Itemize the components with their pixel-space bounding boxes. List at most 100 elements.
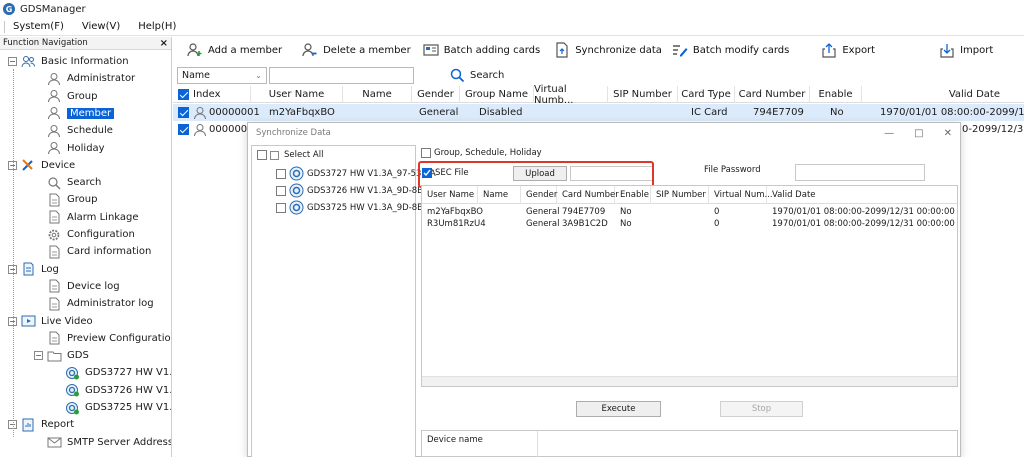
grid-column-enable[interactable]: Enable [615, 186, 651, 204]
grid-column-card-number[interactable]: Card Number [557, 186, 619, 204]
minimize-icon[interactable]: — [884, 128, 894, 139]
file-password-input[interactable] [795, 164, 925, 181]
grid-column-gender[interactable]: Gender [521, 186, 557, 204]
nav-item-administrator-log[interactable]: Administrator log [34, 295, 154, 312]
row-checkbox[interactable] [178, 104, 189, 121]
nav-item-group[interactable]: Group [34, 88, 97, 105]
grid-column-name[interactable]: Name [478, 186, 521, 204]
cell-index: 00000001 [209, 107, 260, 118]
column-card-type[interactable]: Card Type [678, 86, 735, 103]
synchronize-data-button[interactable]: Synchronize data [554, 42, 662, 58]
video-icon [21, 314, 36, 328]
nav-item-configuration[interactable]: Configuration [34, 226, 135, 243]
camera-icon [289, 200, 304, 215]
column-group-name[interactable]: Group Name [460, 86, 534, 103]
maximize-icon[interactable]: □ [914, 128, 923, 139]
column-virtual-number[interactable]: Virtual Numb... [534, 84, 608, 106]
member-icon [47, 106, 62, 120]
stop-button[interactable]: Stop [720, 401, 803, 417]
column-enable[interactable]: Enable [810, 86, 862, 103]
select-all-device-checkbox[interactable] [257, 150, 267, 160]
nav-item-label: Administrator log [67, 298, 154, 310]
nav-item-report[interactable]: − Report [8, 416, 74, 433]
nav-item-gds3727-hw-v1-3a[interactable]: GDS3727 HW V1.3A_ [52, 364, 171, 381]
grid-column-virtual-number[interactable]: Virtual Num... [709, 186, 773, 204]
alarm-icon [47, 210, 62, 224]
filter-field-value: Name [182, 69, 211, 81]
grid-column-sip-number[interactable]: SIP Number [651, 186, 709, 204]
nav-item-gds3726-hw-v1-3a[interactable]: GDS3726 HW V1.3A_ [52, 382, 171, 399]
import-button[interactable]: Import [939, 42, 993, 58]
device-checkbox[interactable] [276, 202, 286, 213]
column-index[interactable]: Index [173, 86, 251, 103]
nav-item-log[interactable]: − Log [8, 261, 59, 278]
device-row[interactable]: GDS3727 HW V1.3A_97-53-7A [276, 166, 436, 181]
column-card-number[interactable]: Card Number [735, 86, 810, 103]
column-gender[interactable]: Gender [412, 86, 460, 103]
nav-item-card-information[interactable]: Card information [34, 243, 151, 260]
nav-item-basic-information[interactable]: − Basic Information [8, 53, 129, 70]
grid-column-valid-date[interactable]: Valid Date [767, 186, 959, 204]
close-icon[interactable]: ✕ [944, 128, 952, 139]
search-button[interactable]: Search [450, 68, 504, 83]
device-row[interactable]: GDS3726 HW V1.3A_9D-8B-FA [276, 183, 436, 198]
nav-item-label: Group [67, 90, 98, 102]
grid-cell-enable: No [620, 206, 632, 217]
export-button[interactable]: Export [821, 42, 875, 58]
nav-item-smtp-server-address[interactable]: SMTP Server Address [34, 434, 171, 451]
tree-toggle-icon[interactable]: − [34, 351, 43, 361]
nav-item-holiday[interactable]: Holiday [34, 140, 105, 157]
menu-system[interactable]: System(F) [13, 21, 64, 32]
nav-item-member[interactable]: Member [34, 105, 115, 122]
grid-row[interactable]: m2YaFbqxBO General 794E7709 No 0 1970/01… [422, 206, 957, 217]
grid-cell-enable: No [620, 218, 632, 229]
nav-item-search[interactable]: Search [34, 174, 101, 191]
nav-item-gds[interactable]: − GDS [34, 347, 89, 364]
log-column-device-name[interactable]: Device name [422, 431, 538, 457]
select-all-row[interactable]: Select All [257, 150, 323, 160]
schedule-icon [47, 124, 62, 138]
nav-item-device-log[interactable]: Device log [34, 278, 120, 295]
menu-view[interactable]: View(V) [82, 21, 120, 32]
delete-member-button[interactable]: Delete a member [302, 42, 411, 58]
batch-add-cards-button[interactable]: Batch adding cards [423, 42, 540, 58]
member-table-header: Index User Name Name Gender Group Name V… [173, 84, 1024, 106]
row-checkbox[interactable] [178, 121, 189, 138]
column-sip-number[interactable]: SIP Number [608, 86, 678, 103]
nav-item-label: Holiday [67, 142, 105, 154]
column-valid-date[interactable]: Valid Date [862, 86, 1024, 103]
filter-query-input[interactable] [269, 66, 414, 84]
batch-modify-cards-button[interactable]: Batch modify cards [672, 42, 789, 58]
tree-toggle-icon[interactable] [270, 150, 279, 160]
grid-row[interactable]: R3Um81RzU4 General 3A9B1C2D No 0 1970/01… [422, 218, 957, 229]
filter-field-select[interactable]: Name ⌄ [177, 66, 267, 84]
grid-cell-user-name: R3Um81RzU4 [427, 218, 486, 229]
grid-horizontal-scrollbar[interactable] [422, 376, 957, 386]
group-schedule-holiday-option[interactable]: Group, Schedule, Holiday [421, 148, 542, 158]
table-row[interactable]: 00000001 m2YaFbqxBO General Disabled IC … [173, 104, 1024, 121]
column-user-name[interactable]: User Name [251, 86, 343, 103]
nav-close-icon[interactable]: × [160, 38, 168, 49]
nav-item-device[interactable]: − Device [8, 157, 75, 174]
grid-column-user-name[interactable]: User Name [422, 186, 478, 204]
group-schedule-holiday-checkbox[interactable] [421, 148, 431, 158]
nav-item-label: Card information [67, 246, 152, 258]
nav-item-preview-configuration[interactable]: Preview Configuration [34, 330, 171, 347]
nav-item-gds3725-hw-v1-3a[interactable]: GDS3725 HW V1.3A_ [52, 399, 171, 416]
nav-item-alarm-linkage[interactable]: Alarm Linkage [34, 209, 139, 226]
menu-help[interactable]: Help(H) [138, 21, 176, 32]
device-checkbox[interactable] [276, 168, 286, 179]
select-all-checkbox[interactable] [178, 89, 189, 100]
nav-item-live-video[interactable]: − Live Video [8, 313, 93, 330]
tree-toggle-icon[interactable]: − [8, 57, 17, 66]
device-checkbox[interactable] [276, 185, 286, 196]
nav-item-group[interactable]: Group [34, 191, 97, 208]
column-name[interactable]: Name [343, 86, 412, 103]
mail-icon [47, 435, 62, 449]
nav-item-schedule[interactable]: Schedule [34, 122, 113, 139]
nav-item-administrator[interactable]: Administrator [34, 70, 135, 87]
execute-button[interactable]: Execute [576, 401, 661, 417]
window-controls: — □ ✕ [884, 128, 952, 139]
device-row[interactable]: GDS3725 HW V1.3A_9D-8B-6A [276, 200, 437, 215]
add-member-button[interactable]: Add a member [187, 42, 282, 58]
